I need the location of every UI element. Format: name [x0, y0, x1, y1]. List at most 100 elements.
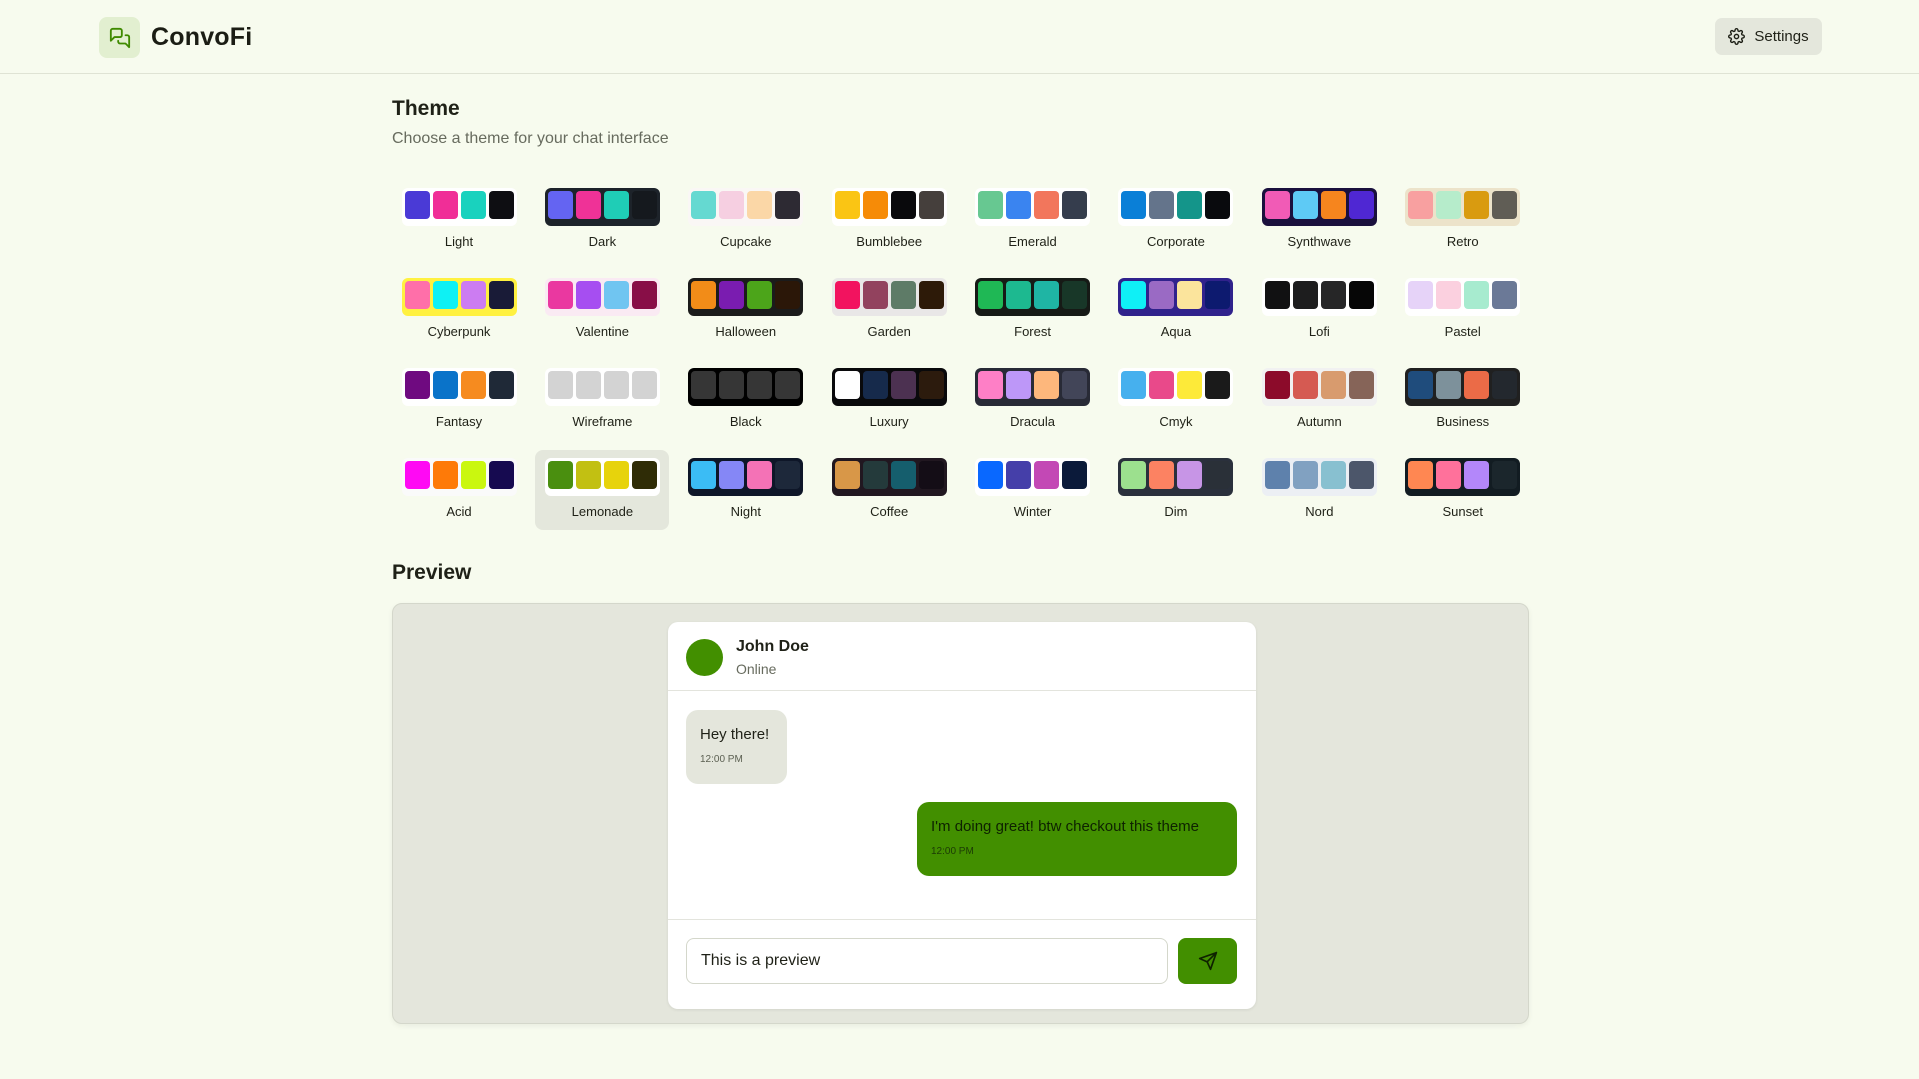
- theme-label: Cupcake: [720, 234, 772, 249]
- theme-option-pastel[interactable]: Pastel: [1396, 270, 1530, 350]
- theme-option-aqua[interactable]: Aqua: [1109, 270, 1243, 350]
- theme-swatches: [544, 188, 660, 226]
- theme-option-luxury[interactable]: Luxury: [822, 360, 956, 440]
- theme-label: Black: [729, 414, 762, 429]
- theme-label: Pastel: [1444, 324, 1481, 339]
- send-button[interactable]: [1178, 938, 1237, 984]
- theme-swatch: [1006, 371, 1032, 399]
- theme-label: Dim: [1164, 504, 1188, 519]
- theme-swatch: [1034, 281, 1060, 309]
- theme-swatch: [488, 191, 514, 219]
- theme-swatches: [688, 458, 804, 496]
- theme-option-cmyk[interactable]: Cmyk: [1109, 360, 1243, 440]
- theme-swatches: [831, 458, 947, 496]
- theme-swatches: [1405, 458, 1521, 496]
- theme-swatch: [978, 191, 1004, 219]
- theme-swatch: [488, 281, 514, 309]
- theme-label: Retro: [1446, 234, 1479, 249]
- brand[interactable]: ConvoFi: [99, 17, 252, 58]
- theme-option-cupcake[interactable]: Cupcake: [679, 180, 813, 260]
- theme-option-winter[interactable]: Winter: [966, 450, 1100, 530]
- theme-option-sunset[interactable]: Sunset: [1396, 450, 1530, 530]
- theme-option-coffee[interactable]: Coffee: [822, 450, 956, 530]
- theme-swatch: [1205, 191, 1231, 219]
- theme-swatch: [1348, 371, 1374, 399]
- theme-label: Light: [444, 234, 474, 249]
- theme-label: Coffee: [870, 504, 909, 519]
- theme-option-wireframe[interactable]: Wireframe: [535, 360, 669, 440]
- theme-swatch: [1205, 371, 1231, 399]
- theme-swatch: [1292, 191, 1318, 219]
- preview-panel: John Doe Online Hey there! 12:00 PM I'm …: [392, 603, 1529, 1024]
- theme-swatch: [1436, 281, 1462, 309]
- theme-swatch: [1149, 371, 1175, 399]
- theme-section-subtitle: Choose a theme for your chat interface: [392, 130, 669, 147]
- theme-option-acid[interactable]: Acid: [392, 450, 526, 530]
- theme-option-dark[interactable]: Dark: [535, 180, 669, 260]
- theme-swatch: [404, 281, 430, 309]
- theme-swatch: [719, 461, 745, 489]
- theme-swatches: [688, 278, 804, 316]
- theme-option-dim[interactable]: Dim: [1109, 450, 1243, 530]
- theme-swatch: [834, 371, 860, 399]
- theme-swatch: [631, 371, 657, 399]
- theme-swatch: [1006, 191, 1032, 219]
- theme-label: Luxury: [869, 414, 909, 429]
- chat-footer: [668, 919, 1256, 1009]
- theme-swatch: [775, 461, 801, 489]
- theme-label: Acid: [446, 504, 472, 519]
- theme-swatch: [1464, 281, 1490, 309]
- theme-option-cyberpunk[interactable]: Cyberpunk: [392, 270, 526, 350]
- theme-swatch: [978, 281, 1004, 309]
- theme-swatches: [831, 278, 947, 316]
- settings-button[interactable]: Settings: [1715, 18, 1822, 55]
- theme-swatch: [432, 191, 458, 219]
- theme-option-business[interactable]: Business: [1396, 360, 1530, 440]
- theme-option-lofi[interactable]: Lofi: [1252, 270, 1386, 350]
- message-input[interactable]: [686, 938, 1168, 984]
- theme-option-retro[interactable]: Retro: [1396, 180, 1530, 260]
- theme-swatches: [401, 278, 517, 316]
- theme-option-black[interactable]: Black: [679, 360, 813, 440]
- theme-swatch: [1121, 281, 1147, 309]
- theme-option-halloween[interactable]: Halloween: [679, 270, 813, 350]
- theme-label: Dark: [588, 234, 617, 249]
- theme-swatch: [1292, 371, 1318, 399]
- theme-swatch: [460, 371, 486, 399]
- theme-swatch: [1034, 371, 1060, 399]
- theme-option-garden[interactable]: Garden: [822, 270, 956, 350]
- theme-swatch: [918, 281, 944, 309]
- theme-option-dracula[interactable]: Dracula: [966, 360, 1100, 440]
- theme-option-bumblebee[interactable]: Bumblebee: [822, 180, 956, 260]
- theme-option-forest[interactable]: Forest: [966, 270, 1100, 350]
- theme-option-autumn[interactable]: Autumn: [1252, 360, 1386, 440]
- theme-option-night[interactable]: Night: [679, 450, 813, 530]
- avatar: [686, 639, 723, 676]
- theme-swatch: [691, 461, 717, 489]
- theme-option-nord[interactable]: Nord: [1252, 450, 1386, 530]
- theme-option-synthwave[interactable]: Synthwave: [1252, 180, 1386, 260]
- theme-swatch: [1320, 371, 1346, 399]
- theme-swatch: [1062, 461, 1088, 489]
- theme-swatch: [1149, 461, 1175, 489]
- theme-option-emerald[interactable]: Emerald: [966, 180, 1100, 260]
- theme-label: Lemonade: [571, 504, 634, 519]
- theme-swatches: [401, 458, 517, 496]
- theme-swatch: [890, 371, 916, 399]
- theme-swatch: [1408, 371, 1434, 399]
- theme-option-fantasy[interactable]: Fantasy: [392, 360, 526, 440]
- theme-swatch: [603, 191, 629, 219]
- theme-grid: Light Dark Cupcake Bumblebee Emerald Corporat…: [392, 180, 1530, 530]
- theme-option-light[interactable]: Light: [392, 180, 526, 260]
- theme-swatches: [1405, 278, 1521, 316]
- theme-swatch: [432, 371, 458, 399]
- theme-swatches: [831, 188, 947, 226]
- theme-swatch: [575, 461, 601, 489]
- theme-option-corporate[interactable]: Corporate: [1109, 180, 1243, 260]
- theme-label: Wireframe: [572, 414, 633, 429]
- theme-option-lemonade[interactable]: Lemonade: [535, 450, 670, 530]
- theme-swatch: [1464, 461, 1490, 489]
- chat-bubbles-icon: [99, 17, 140, 58]
- theme-option-valentine[interactable]: Valentine: [535, 270, 669, 350]
- theme-swatches: [1261, 278, 1377, 316]
